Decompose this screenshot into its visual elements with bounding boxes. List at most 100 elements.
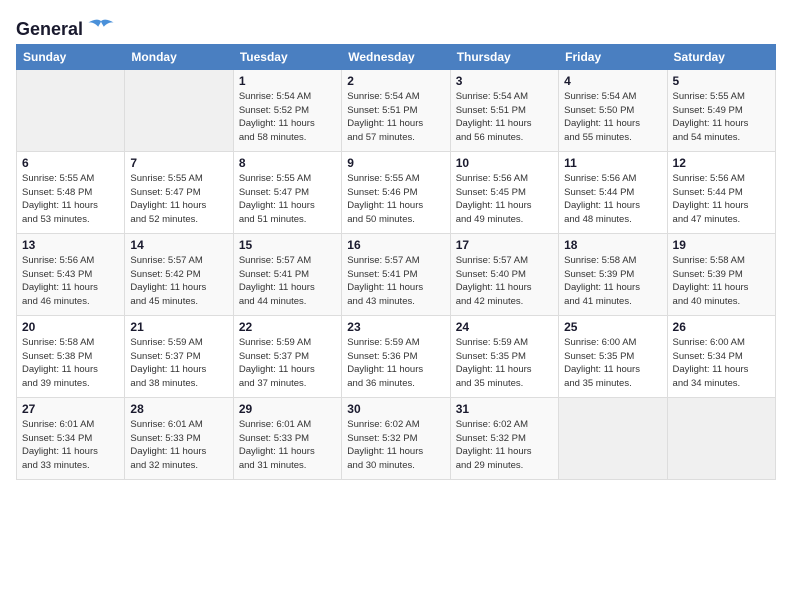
day-number: 9	[347, 156, 444, 170]
logo-text: General	[16, 20, 83, 40]
day-number: 24	[456, 320, 553, 334]
day-info: Sunrise: 5:58 AMSunset: 5:39 PMDaylight:…	[673, 254, 770, 309]
day-info: Sunrise: 5:59 AMSunset: 5:35 PMDaylight:…	[456, 336, 553, 391]
weekday-header-tuesday: Tuesday	[233, 44, 341, 69]
calendar-week-row: 1 Sunrise: 5:54 AMSunset: 5:52 PMDaylight…	[17, 69, 776, 151]
calendar-cell: 12 Sunrise: 5:56 AMSunset: 5:44 PMDayligh…	[667, 151, 775, 233]
calendar-cell: 24 Sunrise: 5:59 AMSunset: 5:35 PMDayligh…	[450, 315, 558, 397]
calendar-cell	[559, 397, 667, 479]
calendar-cell: 2 Sunrise: 5:54 AMSunset: 5:51 PMDaylight…	[342, 69, 450, 151]
day-info: Sunrise: 6:01 AMSunset: 5:34 PMDaylight:…	[22, 418, 119, 473]
calendar-cell: 4Sunrise: 5:54 AMSunset: 5:50 PMDaylight…	[559, 69, 667, 151]
calendar-cell	[17, 69, 125, 151]
calendar-cell: 29Sunrise: 6:01 AMSunset: 5:33 PMDayligh…	[233, 397, 341, 479]
day-info: Sunrise: 5:55 AMSunset: 5:47 PMDaylight:…	[239, 172, 336, 227]
day-number: 22	[239, 320, 336, 334]
calendar-cell: 23 Sunrise: 5:59 AMSunset: 5:36 PMDayligh…	[342, 315, 450, 397]
calendar-cell: 1 Sunrise: 5:54 AMSunset: 5:52 PMDaylight…	[233, 69, 341, 151]
logo-bird-icon	[87, 17, 115, 35]
calendar-cell: 20 Sunrise: 5:58 AMSunset: 5:38 PMDayligh…	[17, 315, 125, 397]
day-number: 20	[22, 320, 119, 334]
day-info: Sunrise: 5:58 AMSunset: 5:39 PMDaylight:…	[564, 254, 661, 309]
calendar-cell: 14 Sunrise: 5:57 AMSunset: 5:42 PMDayligh…	[125, 233, 233, 315]
day-number: 29	[239, 402, 336, 416]
day-number: 2	[347, 74, 444, 88]
weekday-header-sunday: Sunday	[17, 44, 125, 69]
day-number: 7	[130, 156, 227, 170]
weekday-header-wednesday: Wednesday	[342, 44, 450, 69]
calendar-cell: 19 Sunrise: 5:58 AMSunset: 5:39 PMDayligh…	[667, 233, 775, 315]
day-info: Sunrise: 5:57 AMSunset: 5:41 PMDaylight:…	[239, 254, 336, 309]
day-number: 13	[22, 238, 119, 252]
day-info: Sunrise: 5:54 AMSunset: 5:52 PMDaylight:…	[239, 90, 336, 145]
day-info: Sunrise: 5:55 AMSunset: 5:49 PMDaylight:…	[673, 90, 770, 145]
day-number: 1	[239, 74, 336, 88]
calendar-cell: 3 Sunrise: 5:54 AMSunset: 5:51 PMDaylight…	[450, 69, 558, 151]
day-number: 5	[673, 74, 770, 88]
day-info: Sunrise: 5:54 AMSunset: 5:51 PMDaylight:…	[456, 90, 553, 145]
day-info: Sunrise: 6:00 AMSunset: 5:34 PMDaylight:…	[673, 336, 770, 391]
day-info: Sunrise: 6:00 AMSunset: 5:35 PMDaylight:…	[564, 336, 661, 391]
calendar-body: 1 Sunrise: 5:54 AMSunset: 5:52 PMDaylight…	[17, 69, 776, 479]
day-number: 11	[564, 156, 661, 170]
day-info: Sunrise: 6:01 AMSunset: 5:33 PMDaylight:…	[130, 418, 227, 473]
calendar-cell: 26Sunrise: 6:00 AMSunset: 5:34 PMDayligh…	[667, 315, 775, 397]
calendar-cell: 8 Sunrise: 5:55 AMSunset: 5:47 PMDaylight…	[233, 151, 341, 233]
day-info: Sunrise: 5:54 AMSunset: 5:51 PMDaylight:…	[347, 90, 444, 145]
day-number: 3	[456, 74, 553, 88]
logo: General	[16, 20, 115, 36]
calendar-cell: 5 Sunrise: 5:55 AMSunset: 5:49 PMDaylight…	[667, 69, 775, 151]
weekday-header-row: SundayMondayTuesdayWednesdayThursdayFrid…	[17, 44, 776, 69]
calendar-cell: 10Sunrise: 5:56 AMSunset: 5:45 PMDayligh…	[450, 151, 558, 233]
day-number: 19	[673, 238, 770, 252]
calendar-cell: 7 Sunrise: 5:55 AMSunset: 5:47 PMDaylight…	[125, 151, 233, 233]
calendar-cell: 9Sunrise: 5:55 AMSunset: 5:46 PMDaylight…	[342, 151, 450, 233]
page-header: General	[16, 16, 776, 36]
day-number: 10	[456, 156, 553, 170]
day-number: 23	[347, 320, 444, 334]
calendar-cell: 30 Sunrise: 6:02 AMSunset: 5:32 PMDayligh…	[342, 397, 450, 479]
weekday-header-thursday: Thursday	[450, 44, 558, 69]
day-info: Sunrise: 5:56 AMSunset: 5:44 PMDaylight:…	[564, 172, 661, 227]
day-number: 12	[673, 156, 770, 170]
day-number: 16	[347, 238, 444, 252]
day-number: 28	[130, 402, 227, 416]
weekday-header-saturday: Saturday	[667, 44, 775, 69]
day-info: Sunrise: 5:59 AMSunset: 5:37 PMDaylight:…	[130, 336, 227, 391]
calendar-cell	[667, 397, 775, 479]
calendar-week-row: 20 Sunrise: 5:58 AMSunset: 5:38 PMDayligh…	[17, 315, 776, 397]
day-info: Sunrise: 5:57 AMSunset: 5:42 PMDaylight:…	[130, 254, 227, 309]
day-info: Sunrise: 5:59 AMSunset: 5:37 PMDaylight:…	[239, 336, 336, 391]
day-number: 25	[564, 320, 661, 334]
calendar-cell: 31Sunrise: 6:02 AMSunset: 5:32 PMDayligh…	[450, 397, 558, 479]
day-info: Sunrise: 5:58 AMSunset: 5:38 PMDaylight:…	[22, 336, 119, 391]
calendar-cell: 28 Sunrise: 6:01 AMSunset: 5:33 PMDayligh…	[125, 397, 233, 479]
calendar-cell: 21 Sunrise: 5:59 AMSunset: 5:37 PMDayligh…	[125, 315, 233, 397]
calendar-week-row: 27Sunrise: 6:01 AMSunset: 5:34 PMDayligh…	[17, 397, 776, 479]
day-info: Sunrise: 6:02 AMSunset: 5:32 PMDaylight:…	[347, 418, 444, 473]
calendar-cell: 6Sunrise: 5:55 AMSunset: 5:48 PMDaylight…	[17, 151, 125, 233]
calendar-cell: 25 Sunrise: 6:00 AMSunset: 5:35 PMDayligh…	[559, 315, 667, 397]
day-number: 15	[239, 238, 336, 252]
day-info: Sunrise: 5:54 AMSunset: 5:50 PMDaylight:…	[564, 90, 661, 145]
calendar-cell: 13 Sunrise: 5:56 AMSunset: 5:43 PMDayligh…	[17, 233, 125, 315]
calendar-week-row: 13 Sunrise: 5:56 AMSunset: 5:43 PMDayligh…	[17, 233, 776, 315]
weekday-header-friday: Friday	[559, 44, 667, 69]
day-info: Sunrise: 5:56 AMSunset: 5:43 PMDaylight:…	[22, 254, 119, 309]
day-info: Sunrise: 5:56 AMSunset: 5:44 PMDaylight:…	[673, 172, 770, 227]
calendar-week-row: 6Sunrise: 5:55 AMSunset: 5:48 PMDaylight…	[17, 151, 776, 233]
day-info: Sunrise: 5:59 AMSunset: 5:36 PMDaylight:…	[347, 336, 444, 391]
day-number: 21	[130, 320, 227, 334]
day-number: 14	[130, 238, 227, 252]
calendar-cell: 22 Sunrise: 5:59 AMSunset: 5:37 PMDayligh…	[233, 315, 341, 397]
day-info: Sunrise: 5:57 AMSunset: 5:40 PMDaylight:…	[456, 254, 553, 309]
day-info: Sunrise: 5:57 AMSunset: 5:41 PMDaylight:…	[347, 254, 444, 309]
day-info: Sunrise: 5:55 AMSunset: 5:47 PMDaylight:…	[130, 172, 227, 227]
calendar-cell: 15 Sunrise: 5:57 AMSunset: 5:41 PMDayligh…	[233, 233, 341, 315]
day-number: 8	[239, 156, 336, 170]
day-number: 30	[347, 402, 444, 416]
calendar-table: SundayMondayTuesdayWednesdayThursdayFrid…	[16, 44, 776, 480]
calendar-cell	[125, 69, 233, 151]
day-info: Sunrise: 6:02 AMSunset: 5:32 PMDaylight:…	[456, 418, 553, 473]
calendar-cell: 11 Sunrise: 5:56 AMSunset: 5:44 PMDayligh…	[559, 151, 667, 233]
